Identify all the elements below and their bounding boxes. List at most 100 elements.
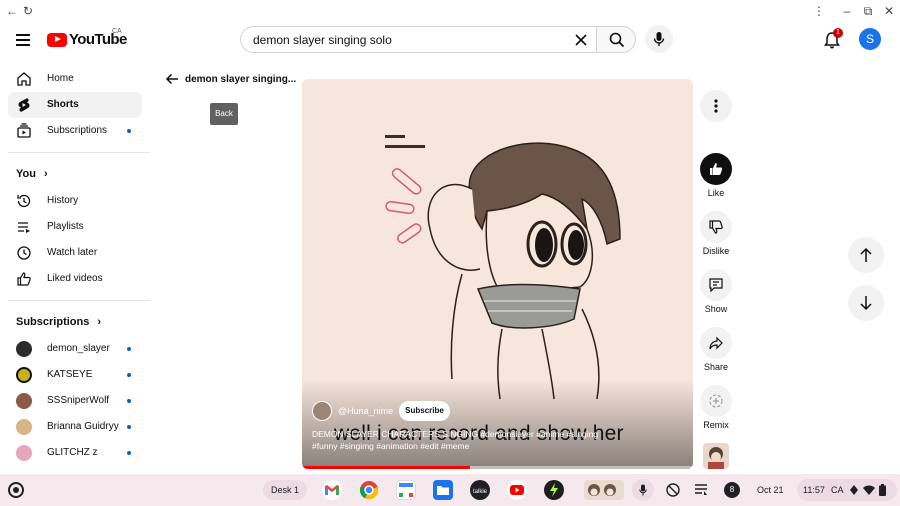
- voice-search-button[interactable]: [645, 25, 673, 53]
- window-maximize-button[interactable]: ⧉: [860, 3, 876, 19]
- window-minimize-button[interactable]: –: [839, 3, 855, 19]
- share-button[interactable]: [700, 327, 732, 359]
- calendar-icon[interactable]: [396, 480, 416, 500]
- window-menu-button[interactable]: ⋮: [811, 3, 827, 19]
- shorts-search-title: demon slayer singing...: [185, 74, 297, 85]
- back-nav-icon[interactable]: ←: [4, 3, 20, 19]
- search-button[interactable]: [596, 26, 636, 53]
- previous-short-button[interactable]: [848, 237, 884, 273]
- history-icon: [17, 194, 31, 208]
- sidebar-item-playlists[interactable]: Playlists: [8, 214, 142, 240]
- divider: [8, 152, 150, 153]
- mic-status[interactable]: [632, 479, 654, 501]
- notification-count-badge[interactable]: 8: [724, 482, 740, 498]
- sidebar-item-subscription[interactable]: SSSniperWolf: [8, 388, 142, 414]
- svg-text:talkie: talkie: [473, 489, 488, 495]
- lightning-glyph: [550, 483, 558, 497]
- video-title[interactable]: DEMON SLAYER CHARACTERS SINGING #demonsl…: [312, 428, 632, 452]
- sidebar-item-label: Home: [47, 73, 74, 84]
- next-short-button[interactable]: [848, 285, 884, 321]
- you-section-header[interactable]: You ›: [16, 168, 48, 180]
- video-progress-bar[interactable]: [302, 466, 693, 469]
- sidebar-item-subscriptions[interactable]: Subscriptions: [8, 118, 142, 144]
- masthead: YouTube CA demon slayer singing solo 1 S: [0, 22, 900, 58]
- shorts-player[interactable]: well i can record and show her @Huna_nim…: [302, 79, 693, 469]
- new-content-dot: [127, 399, 131, 403]
- desk-button[interactable]: Desk 1: [263, 480, 307, 500]
- launcher-icon[interactable]: [8, 482, 24, 498]
- time-label: 11:57: [803, 485, 825, 495]
- sidebar-item-home[interactable]: Home: [8, 66, 142, 92]
- sidebar-item-subscription[interactable]: GLITCHZ z: [8, 440, 142, 466]
- back-tooltip: Back: [210, 103, 238, 125]
- sidebar-item-liked-videos[interactable]: Liked videos: [8, 266, 142, 292]
- video-tag-mark: [385, 145, 425, 148]
- sidebar-item-label: demon_slayer: [47, 343, 110, 354]
- mic-icon: [639, 484, 647, 496]
- thumbs-up-icon: [17, 272, 31, 286]
- sidebar-item-history[interactable]: History: [8, 188, 142, 214]
- window-close-button[interactable]: ✕: [881, 3, 897, 19]
- sidebar-item-label: History: [47, 195, 79, 206]
- channel-avatar: [16, 445, 32, 461]
- video-tag-mark: [385, 135, 405, 138]
- sidebar-item-subscription[interactable]: demon_slayer: [8, 336, 142, 362]
- game-app-icon[interactable]: [544, 480, 564, 500]
- new-content-dot: [127, 373, 131, 377]
- sidebar-item-label: SSSniperWolf: [47, 395, 110, 406]
- clipboard-icon[interactable]: [692, 481, 710, 499]
- chrome-icon[interactable]: [359, 480, 379, 500]
- channel-avatar: [16, 341, 32, 357]
- search-input[interactable]: demon slayer singing solo: [253, 33, 392, 47]
- arrow-down-icon: [860, 296, 872, 311]
- thumbs-down-icon: [709, 220, 723, 234]
- wifi-icon: [863, 485, 875, 495]
- dislike-button[interactable]: [700, 211, 732, 243]
- chevron-right-icon: ›: [97, 316, 102, 328]
- remix-icon: [709, 394, 723, 408]
- reload-icon[interactable]: ↻: [20, 3, 36, 19]
- playlists-icon: [18, 222, 30, 233]
- clock-icon: [17, 246, 31, 260]
- files-icon[interactable]: [433, 480, 453, 500]
- network-icon: [850, 485, 858, 495]
- back-arrow-icon[interactable]: [165, 72, 179, 86]
- status-area[interactable]: 11:57 CA: [797, 479, 897, 501]
- folder-glyph: [437, 486, 449, 495]
- subscribe-button[interactable]: Subscribe: [399, 401, 450, 421]
- channel-avatar[interactable]: [312, 401, 332, 421]
- dislike-label: Dislike: [702, 246, 730, 256]
- search-box[interactable]: demon slayer singing solo: [240, 26, 596, 53]
- sidebar-item-subscription[interactable]: KATSEYE: [8, 362, 142, 388]
- channel-name[interactable]: @Huna_nime: [338, 406, 393, 416]
- gmail-glyph: [325, 485, 339, 495]
- search-icon: [609, 32, 625, 48]
- youtube-play-icon: [47, 32, 67, 47]
- sidebar-item-shorts[interactable]: Shorts: [8, 92, 142, 118]
- comments-button[interactable]: [700, 269, 732, 301]
- sound-thumbnail[interactable]: [703, 443, 729, 469]
- thumbs-up-icon: [710, 163, 723, 175]
- youtube-glyph: [510, 485, 524, 495]
- subscriptions-section-header[interactable]: Subscriptions ›: [16, 316, 101, 328]
- clear-search-icon[interactable]: [574, 33, 588, 47]
- screen-capture-icon[interactable]: [664, 481, 682, 499]
- remix-button[interactable]: [700, 385, 732, 417]
- more-options-button[interactable]: [700, 90, 732, 122]
- screen-capture-glyph: [666, 483, 680, 497]
- recent-window-thumbnail[interactable]: [584, 480, 624, 500]
- notification-badge: 1: [833, 28, 843, 38]
- like-button[interactable]: [700, 153, 732, 185]
- sidebar-item-subscription[interactable]: Brianna Guidryy: [8, 414, 142, 440]
- gmail-icon[interactable]: [322, 480, 342, 500]
- date-label[interactable]: Oct 21: [757, 485, 784, 495]
- account-avatar[interactable]: S: [859, 28, 881, 50]
- menu-icon[interactable]: [16, 34, 30, 46]
- remix-label: Remix: [703, 420, 729, 430]
- video-title-line: #funny #singimg #animation #edit #meme: [312, 441, 470, 451]
- battery-icon: [879, 484, 886, 496]
- sidebar-item-watch-later[interactable]: Watch later: [8, 240, 142, 266]
- youtube-app-icon[interactable]: [507, 480, 527, 500]
- talkie-icon[interactable]: talkie: [470, 480, 490, 500]
- share-label: Share: [703, 362, 729, 372]
